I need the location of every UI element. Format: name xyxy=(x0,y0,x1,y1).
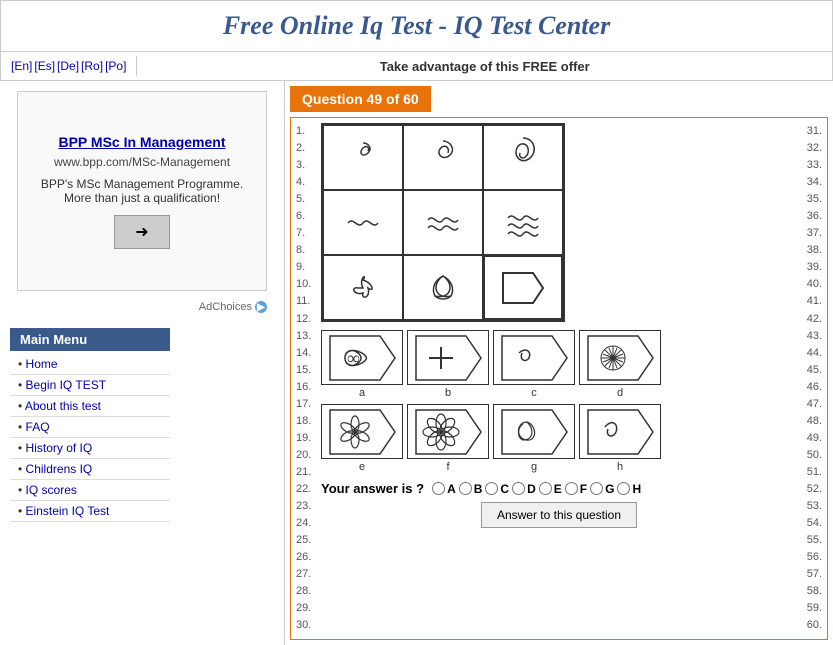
menu-link-einstein[interactable]: Einstein IQ Test xyxy=(26,504,110,518)
ad-choices-icon[interactable]: ▶ xyxy=(255,301,267,313)
ad-arrow-button[interactable]: ➜ xyxy=(114,215,169,249)
left-numbers: 1. 2. 3. 4. 5. 6. 7. 8. 9. 10. 11. 12. 1… xyxy=(296,123,321,634)
question-matrix xyxy=(321,123,565,322)
cell-2-1 xyxy=(323,190,403,255)
radio-d[interactable]: D xyxy=(512,482,536,496)
lang-divider xyxy=(136,56,137,76)
ad-url: www.bpp.com/MSc-Management xyxy=(54,155,230,169)
option-a-label: a xyxy=(359,387,365,399)
ad-box: BPP MSc In Management www.bpp.com/MSc-Ma… xyxy=(17,91,267,291)
menu-link-history[interactable]: History of IQ xyxy=(26,441,93,455)
right-numbers: 31. 32. 33. 34. 35. 36. 37. 38. 39. 40. … xyxy=(797,123,822,634)
lang-po[interactable]: [Po] xyxy=(105,59,126,73)
cell-3-2 xyxy=(403,255,483,320)
menu-item-home[interactable]: Home xyxy=(10,354,170,375)
option-f-label: f xyxy=(446,461,449,473)
menu-item-history[interactable]: History of IQ xyxy=(10,438,170,459)
menu-item-childrens[interactable]: Childrens IQ xyxy=(10,459,170,480)
menu-link-faq[interactable]: FAQ xyxy=(26,420,50,434)
language-links[interactable]: [En] [Es] [De] [Ro] [Po] xyxy=(11,59,126,73)
menu-item-begin[interactable]: Begin IQ TEST xyxy=(10,375,170,396)
cell-2-3 xyxy=(483,190,563,255)
menu-title: Main Menu xyxy=(10,328,170,351)
option-f[interactable]: f xyxy=(407,404,489,473)
radio-f[interactable]: F xyxy=(565,482,587,496)
option-e-label: e xyxy=(359,461,365,473)
offer-text: Take advantage of this FREE offer xyxy=(147,59,822,74)
numbered-layout: 1. 2. 3. 4. 5. 6. 7. 8. 9. 10. 11. 12. 1… xyxy=(296,123,822,634)
radio-h[interactable]: H xyxy=(617,482,641,496)
option-d[interactable]: d xyxy=(579,330,661,399)
answer-row: Your answer is ? A B C D E F G H xyxy=(321,481,797,496)
option-b[interactable]: b xyxy=(407,330,489,399)
cell-1-1 xyxy=(323,125,403,190)
cell-1-3 xyxy=(483,125,563,190)
menu-link-begin[interactable]: Begin IQ TEST xyxy=(26,378,106,392)
radio-e[interactable]: E xyxy=(539,482,562,496)
main-content: Question 49 of 60 1. 2. 3. 4. 5. 6. 7. 8… xyxy=(285,81,833,645)
option-c-label: c xyxy=(531,387,537,399)
answer-label: Your answer is ? xyxy=(321,481,424,496)
menu-link-about[interactable]: About this test xyxy=(25,399,101,413)
lang-es[interactable]: [Es] xyxy=(34,59,55,73)
option-g[interactable]: g xyxy=(493,404,575,473)
menu-item-scores[interactable]: IQ scores xyxy=(10,480,170,501)
page-header: Free Online Iq Test - IQ Test Center xyxy=(0,0,833,52)
option-h[interactable]: h xyxy=(579,404,661,473)
cell-3-3-answer xyxy=(483,255,563,320)
language-bar: [En] [Es] [De] [Ro] [Po] Take advantage … xyxy=(0,52,833,81)
radio-b[interactable]: B xyxy=(459,482,483,496)
ad-choices: AdChoices ▶ xyxy=(17,301,267,313)
question-header-label: Question 49 of 60 xyxy=(290,86,431,112)
options-row-1: ∞ a xyxy=(321,330,797,399)
menu-list: Home Begin IQ TEST About this test FAQ H… xyxy=(10,354,170,522)
page-title: Free Online Iq Test - IQ Test Center xyxy=(21,11,812,41)
cell-1-2 xyxy=(403,125,483,190)
submit-button[interactable]: Answer to this question xyxy=(481,502,637,528)
menu-item-about[interactable]: About this test xyxy=(10,396,170,417)
options-row-2: e xyxy=(321,404,797,473)
cell-3-1 xyxy=(323,255,403,320)
option-b-label: b xyxy=(445,387,451,399)
option-h-label: h xyxy=(617,461,623,473)
radio-a[interactable]: A xyxy=(432,482,456,496)
ad-description: BPP's MSc Management Programme. More tha… xyxy=(33,177,251,205)
option-e[interactable]: e xyxy=(321,404,403,473)
main-layout: BPP MSc In Management www.bpp.com/MSc-Ma… xyxy=(0,81,833,645)
option-d-label: d xyxy=(617,387,623,399)
menu-link-scores[interactable]: IQ scores xyxy=(26,483,77,497)
menu-item-einstein[interactable]: Einstein IQ Test xyxy=(10,501,170,522)
ad-title[interactable]: BPP MSc In Management xyxy=(58,134,225,150)
radio-g[interactable]: G xyxy=(590,482,614,496)
menu-item-faq[interactable]: FAQ xyxy=(10,417,170,438)
option-a[interactable]: ∞ a xyxy=(321,330,403,399)
lang-ro[interactable]: [Ro] xyxy=(81,59,103,73)
menu-link-childrens[interactable]: Childrens IQ xyxy=(26,462,93,476)
cell-2-2 xyxy=(403,190,483,255)
question-area: 1. 2. 3. 4. 5. 6. 7. 8. 9. 10. 11. 12. 1… xyxy=(290,117,828,640)
question-center: ∞ a xyxy=(321,123,797,634)
sidebar: BPP MSc In Management www.bpp.com/MSc-Ma… xyxy=(0,81,285,645)
ad-arrow-icon: ➜ xyxy=(135,222,148,242)
option-c[interactable]: c xyxy=(493,330,575,399)
lang-de[interactable]: [De] xyxy=(57,59,79,73)
option-g-label: g xyxy=(531,461,537,473)
lang-en[interactable]: [En] xyxy=(11,59,32,73)
svg-text:∞: ∞ xyxy=(347,348,360,368)
menu-link-home[interactable]: Home xyxy=(26,357,58,371)
radio-c[interactable]: C xyxy=(485,482,509,496)
